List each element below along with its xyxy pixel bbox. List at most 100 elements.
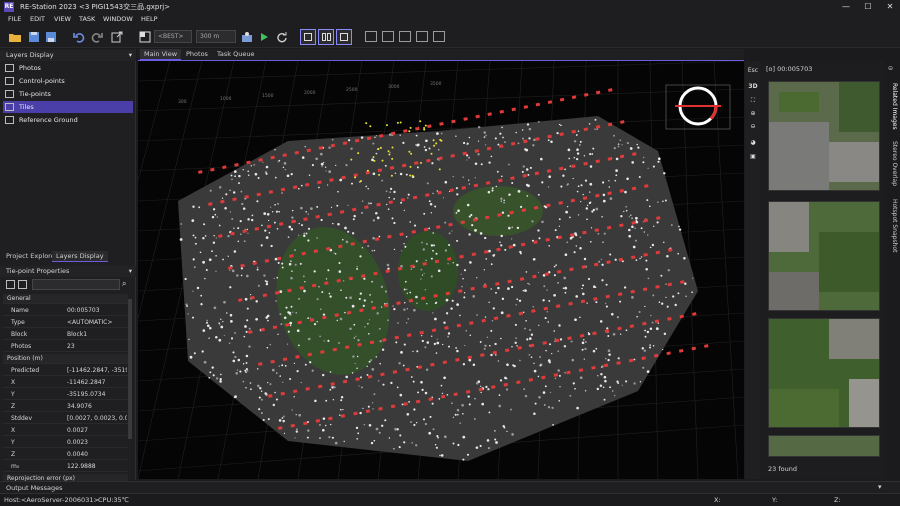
layer-toggle-icon[interactable] bbox=[138, 30, 152, 44]
play-icon[interactable] bbox=[257, 30, 271, 44]
categorize-icon[interactable] bbox=[6, 280, 15, 289]
related-image-thumb[interactable] bbox=[768, 318, 880, 428]
property-row[interactable]: X 0.0027 bbox=[3, 426, 128, 436]
axis-tick-label: 3000 bbox=[388, 84, 400, 90]
view-split-button[interactable] bbox=[318, 29, 334, 45]
property-row[interactable]: Photos 23 bbox=[3, 342, 128, 352]
zoom-out-icon[interactable]: ⊖ bbox=[745, 121, 761, 133]
property-row[interactable]: Y -35195.0734 bbox=[3, 390, 128, 400]
search-icon[interactable]: ⌕ bbox=[122, 279, 126, 289]
highlighted-point bbox=[433, 144, 436, 147]
tab-stereo-overlap[interactable]: Stereo Overlap bbox=[886, 141, 898, 186]
host-status: Host:<AeroServer-2006031> bbox=[4, 496, 99, 504]
menu-task[interactable]: TASK bbox=[79, 15, 95, 23]
highlighted-point bbox=[350, 158, 353, 161]
property-row[interactable]: Stddev [0.0027, 0.0023, 0.0( bbox=[3, 414, 128, 424]
tile-view-icon[interactable] bbox=[382, 31, 394, 42]
maximize-button[interactable]: ☐ bbox=[857, 1, 879, 13]
window-title: RE-Station 2023 <3 PIGI1543交三品.gxprj> bbox=[20, 3, 171, 11]
property-search-input[interactable] bbox=[32, 279, 120, 290]
refresh-icon[interactable] bbox=[275, 30, 289, 44]
output-messages-bar[interactable]: Output Messages ▾ bbox=[0, 481, 900, 493]
menu-help[interactable]: HELP bbox=[141, 15, 158, 23]
related-image-thumb[interactable] bbox=[768, 201, 880, 311]
escape-button[interactable]: Esc bbox=[745, 65, 761, 77]
tab-layers-display[interactable]: Layers Display bbox=[52, 251, 108, 262]
property-key: Predicted bbox=[11, 367, 40, 374]
tab-task-queue[interactable]: Task Queue bbox=[213, 49, 258, 60]
highlighted-point bbox=[390, 174, 393, 177]
highlighted-point bbox=[379, 146, 382, 149]
property-row[interactable]: m₀ 122.9888 bbox=[3, 462, 128, 472]
export-icon[interactable] bbox=[110, 30, 124, 44]
property-row[interactable]: Block Block1 bbox=[3, 330, 128, 340]
menu-view[interactable]: VIEW bbox=[54, 15, 71, 23]
highlighted-point bbox=[435, 142, 438, 145]
property-group[interactable]: Position (m) bbox=[3, 354, 128, 364]
color-palette-icon[interactable]: ◕ bbox=[745, 137, 761, 149]
fit-view-icon[interactable]: ⛶ bbox=[745, 95, 761, 107]
save-as-icon[interactable] bbox=[44, 30, 58, 44]
main-3d-viewport[interactable]: 300 1000 1500 2000 2500 3000 3500 bbox=[138, 61, 744, 479]
layer-item-photos[interactable]: Photos bbox=[3, 62, 133, 74]
menu-edit[interactable]: EDIT bbox=[30, 15, 45, 23]
layer-item-tiles[interactable]: Tiles bbox=[3, 101, 133, 113]
sync-view-icon[interactable] bbox=[416, 31, 428, 42]
related-image-thumb[interactable] bbox=[768, 435, 880, 457]
property-value: 00:005703 bbox=[67, 307, 100, 314]
3d-mode-button[interactable]: 3D bbox=[745, 81, 761, 93]
open-folder-icon[interactable] bbox=[8, 30, 22, 44]
tab-hotspot-snapshot[interactable]: Hotspot Snapshot bbox=[886, 199, 898, 252]
property-scrollbar[interactable] bbox=[128, 299, 132, 439]
layer-item-control-points[interactable]: Control-points bbox=[3, 75, 133, 87]
property-row[interactable]: X -11462.2847 bbox=[3, 378, 128, 388]
close-button[interactable]: ✕ bbox=[879, 1, 900, 13]
point-cloud-scene[interactable]: 300 1000 1500 2000 2500 3000 3500 bbox=[138, 61, 744, 479]
property-row[interactable]: Type <AUTOMATIC> bbox=[3, 318, 128, 328]
menu-window[interactable]: WINDOW bbox=[103, 15, 133, 23]
minimize-button[interactable]: — bbox=[835, 1, 857, 13]
layer-item-tie-points[interactable]: Tie-points bbox=[3, 88, 133, 100]
highlighted-point bbox=[424, 124, 427, 127]
highlighted-point bbox=[386, 124, 388, 127]
pin-icon[interactable]: ⊝ bbox=[888, 65, 893, 72]
tiles-icon bbox=[5, 103, 14, 111]
layer-item-reference-ground[interactable]: Reference Ground bbox=[3, 114, 133, 126]
cpu-status: CPU:35℃ bbox=[98, 496, 129, 504]
highlighted-point bbox=[354, 176, 357, 179]
distance-select[interactable]: 300 m bbox=[196, 30, 236, 43]
chevron-down-icon[interactable]: ▾ bbox=[129, 266, 132, 277]
undo-icon[interactable] bbox=[72, 30, 86, 44]
sort-icon[interactable] bbox=[18, 280, 27, 289]
list-view-icon[interactable] bbox=[399, 31, 411, 42]
property-row[interactable]: Z 0.0040 bbox=[3, 450, 128, 460]
save-icon[interactable] bbox=[27, 30, 41, 44]
grid-view-icon[interactable] bbox=[365, 31, 377, 42]
screenshot-icon[interactable]: ▣ bbox=[745, 151, 761, 163]
render-settings-icon[interactable] bbox=[240, 30, 254, 44]
property-value: 34.9076 bbox=[67, 403, 92, 410]
property-group[interactable]: General bbox=[3, 294, 128, 304]
property-row[interactable]: Predicted [-11462.2847, -3519 bbox=[3, 366, 128, 376]
redo-icon[interactable] bbox=[90, 30, 104, 44]
tab-related-images[interactable]: Related Images bbox=[886, 83, 898, 130]
compare-view-icon[interactable] bbox=[433, 31, 445, 42]
zoom-in-icon[interactable]: ⊕ bbox=[745, 108, 761, 120]
highlighted-point bbox=[411, 174, 414, 177]
related-count: 23 found bbox=[768, 465, 797, 473]
view-single-button[interactable] bbox=[300, 29, 316, 45]
property-row[interactable]: Y 0.0023 bbox=[3, 438, 128, 448]
property-row[interactable]: Name 00:005703 bbox=[3, 306, 128, 316]
property-row[interactable]: Z 34.9076 bbox=[3, 402, 128, 412]
chevron-down-icon[interactable]: ▾ bbox=[878, 483, 882, 491]
menu-file[interactable]: FILE bbox=[8, 15, 21, 23]
tab-main-view[interactable]: Main View bbox=[140, 49, 182, 60]
related-image-thumb[interactable] bbox=[768, 81, 880, 191]
highlighted-point bbox=[357, 152, 360, 155]
view-quad-button[interactable] bbox=[336, 29, 352, 45]
chevron-down-icon[interactable]: ▾ bbox=[129, 50, 132, 61]
axis-tick-label: 2000 bbox=[304, 90, 316, 96]
lod-select[interactable]: <BEST> bbox=[154, 30, 192, 43]
tab-photos[interactable]: Photos bbox=[182, 49, 212, 60]
highlighted-point bbox=[409, 126, 412, 129]
